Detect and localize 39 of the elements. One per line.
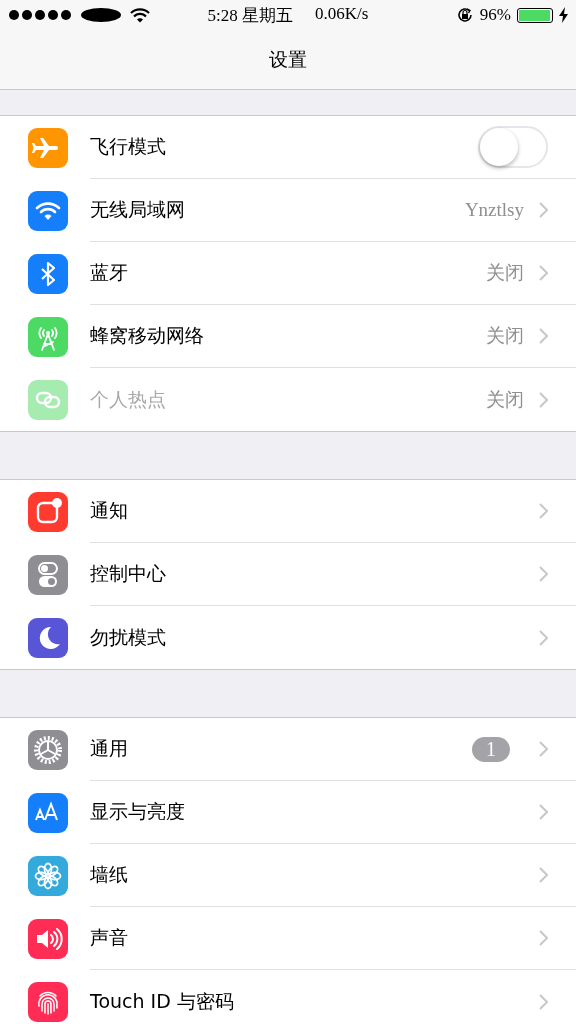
chevron-icon xyxy=(538,566,548,582)
chevron-icon xyxy=(538,265,548,281)
battery-percent: 96% xyxy=(479,5,511,25)
settings-item[interactable]: 控制中心 xyxy=(90,561,538,587)
row-value: 关闭 xyxy=(486,261,524,285)
chevron-icon xyxy=(538,993,548,1010)
chevron-icon xyxy=(538,202,548,218)
row-value: Ynztlsy xyxy=(464,199,524,221)
chevron-icon xyxy=(538,804,548,820)
count-badge: 1 xyxy=(472,736,510,762)
settings-item[interactable]: 蜂窝移动网络 xyxy=(90,323,486,349)
settings-item[interactable]: 勿扰模式 xyxy=(90,624,538,651)
chevron-icon xyxy=(538,629,548,646)
settings-item[interactable]: Touch ID 与密码 xyxy=(90,988,538,1015)
settings-item[interactable]: 声音 xyxy=(90,925,538,951)
toggle-switch[interactable] xyxy=(478,126,548,168)
settings-item[interactable]: 显示与亮度 xyxy=(90,799,538,825)
settings-item[interactable]: 墙纸 xyxy=(90,862,538,888)
network-speed: 0.06K/s xyxy=(315,3,369,25)
chevron-icon xyxy=(538,867,548,883)
carrier-logo-icon xyxy=(80,7,122,23)
chevron-icon xyxy=(538,328,548,344)
row-value: 关闭 xyxy=(486,324,524,348)
settings-item[interactable]: 通知 xyxy=(90,498,538,524)
status-time: 5:28 星期五 xyxy=(207,4,294,27)
settings-item[interactable]: 通用 xyxy=(90,736,472,762)
battery-icon xyxy=(517,7,553,23)
chevron-icon xyxy=(538,930,548,946)
settings-item[interactable]: 飞行模式 xyxy=(90,134,478,160)
chevron-icon xyxy=(538,741,548,757)
settings-item[interactable]: 蓝牙 xyxy=(90,260,486,286)
wifi-icon xyxy=(130,7,150,23)
rotation-lock-icon xyxy=(455,6,474,24)
signal-icon xyxy=(8,9,72,21)
chevron-icon xyxy=(538,503,548,519)
nav-title: 设置 xyxy=(269,46,307,72)
row-value: 关闭 xyxy=(486,387,524,412)
settings-item[interactable]: 无线局域网 xyxy=(90,197,465,223)
chevron-icon xyxy=(538,391,548,408)
